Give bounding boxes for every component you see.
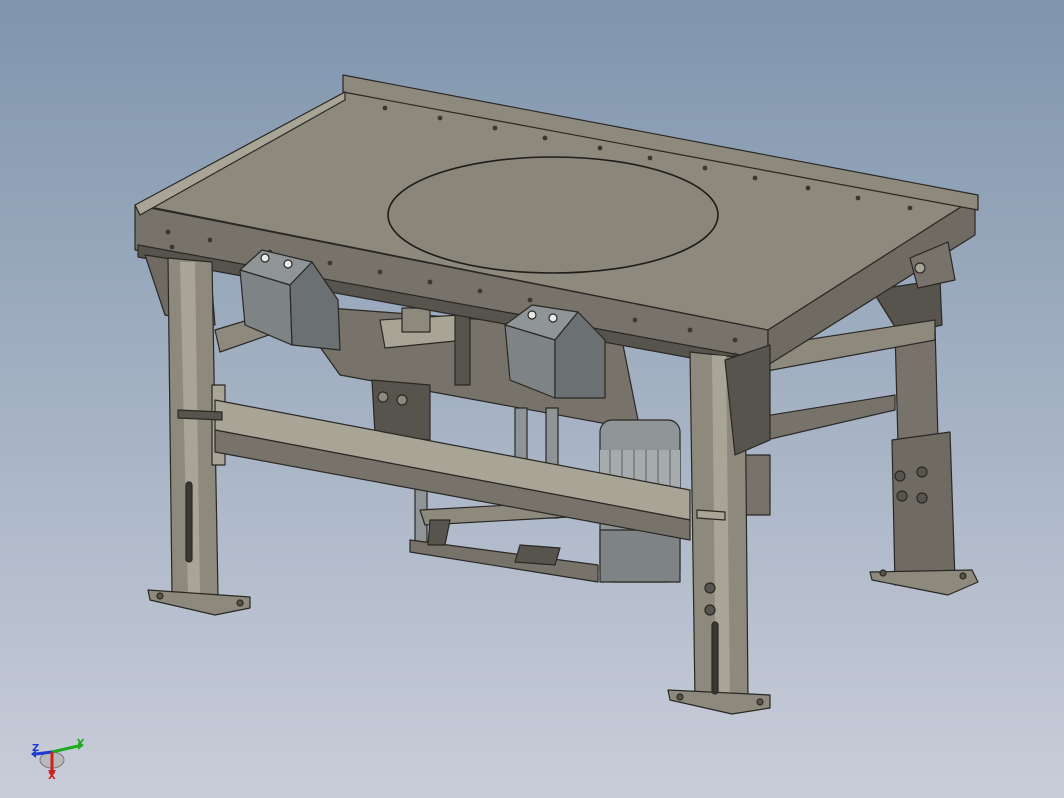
3d-model-icon[interactable] bbox=[0, 0, 1064, 798]
coordinate-triad-icon[interactable]: Z Y X bbox=[22, 732, 92, 792]
axis-label-y: Y bbox=[77, 738, 85, 749]
bracket-pin bbox=[914, 262, 926, 274]
axis-label-z: Z bbox=[32, 743, 40, 754]
graphics-viewport[interactable]: Z Y X bbox=[0, 0, 1064, 798]
axis-label-x: X bbox=[48, 771, 56, 782]
rear-right-leg[interactable] bbox=[869, 324, 979, 596]
